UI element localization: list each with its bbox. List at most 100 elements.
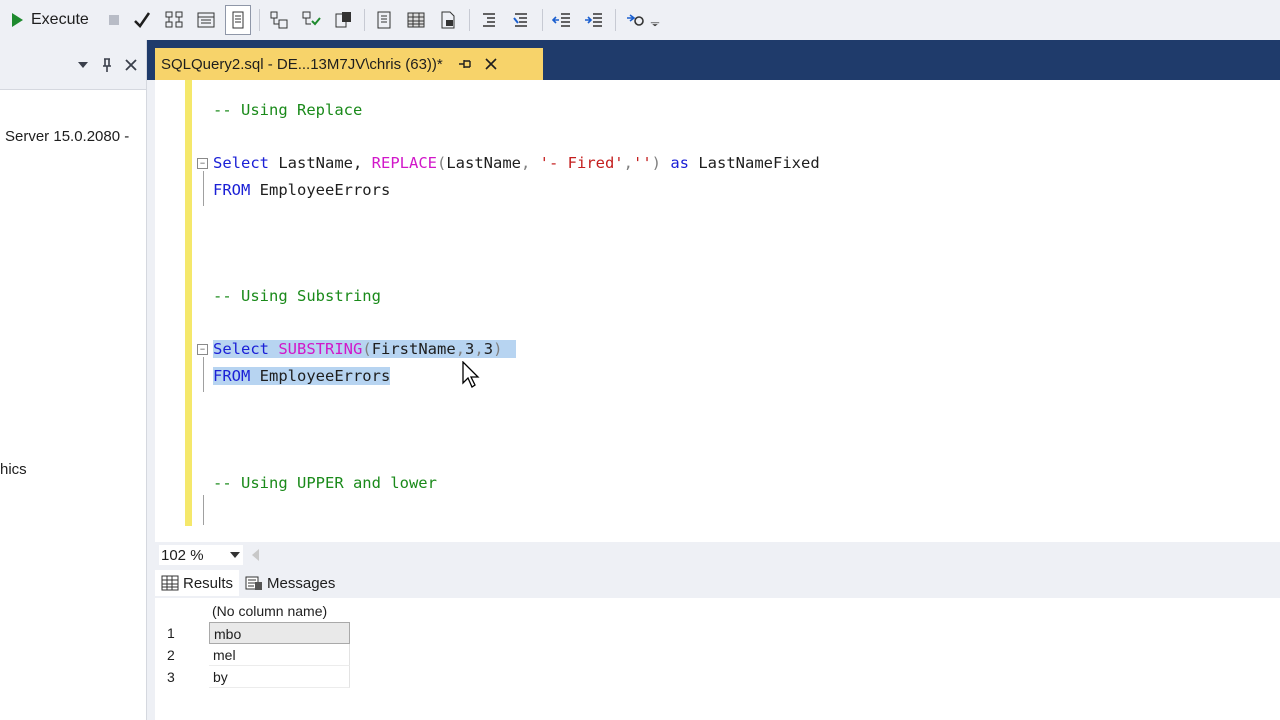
- table-row[interactable]: 1 mbo: [163, 622, 503, 644]
- tab-messages[interactable]: Messages: [239, 570, 341, 596]
- code-text: FirstName: [371, 340, 456, 358]
- results-to-file-button[interactable]: [330, 5, 356, 35]
- panel-dropdown-button[interactable]: [72, 54, 94, 76]
- panel-pin-button[interactable]: [96, 54, 118, 76]
- row-number: 3: [167, 669, 175, 685]
- chevron-down-icon: [78, 61, 88, 68]
- toolbar-separator: [614, 9, 616, 31]
- code-string: '- Fired': [539, 154, 624, 172]
- code-paren: ): [651, 154, 671, 172]
- tab-sqlquery2[interactable]: SQLQuery2.sql - DE...13M7JV\chris (63))*: [155, 48, 543, 80]
- decrease-indent-button[interactable]: [549, 5, 575, 35]
- uncomment-icon: [513, 13, 527, 27]
- code-paren: ): [493, 340, 503, 358]
- tab-close-button[interactable]: [483, 56, 499, 72]
- kw-from: FROM: [213, 181, 251, 199]
- uncomment-button[interactable]: [508, 5, 534, 35]
- code-paren: (: [436, 154, 447, 172]
- text-results-button[interactable]: [371, 5, 397, 35]
- kw-select: Select: [213, 340, 269, 358]
- query-options-icon: [197, 12, 215, 28]
- results-to-text-icon: [270, 11, 288, 29]
- panel-close-button[interactable]: [120, 54, 142, 76]
- grid-icon: [407, 12, 425, 28]
- grid-cell[interactable]: mbo: [209, 622, 350, 644]
- tab-pin-button[interactable]: [457, 56, 473, 72]
- execute-button[interactable]: Execute: [6, 5, 95, 35]
- code-comment-replace: -- Using Replace: [213, 101, 363, 119]
- results-to-file-icon: [335, 12, 351, 28]
- zoom-select[interactable]: 102 %: [158, 544, 244, 566]
- play-icon: [12, 13, 23, 27]
- code-number: 3: [483, 340, 494, 358]
- display-plan-button[interactable]: [161, 5, 187, 35]
- grid-icon: [161, 575, 179, 591]
- parse-button[interactable]: [129, 5, 155, 35]
- code-text: LastNameFixed: [689, 154, 820, 172]
- stop-icon: [108, 15, 119, 25]
- results-tabs: Results Messages: [155, 568, 1280, 598]
- check-parse-icon: [133, 12, 150, 28]
- intellisense-icon: [232, 11, 244, 29]
- grid-results-button[interactable]: [403, 5, 429, 35]
- server-node-text[interactable]: Server 15.0.2080 -: [5, 128, 129, 145]
- pin-icon: [458, 60, 471, 68]
- column-header[interactable]: (No column name): [212, 603, 327, 619]
- save-file-icon: [441, 11, 455, 29]
- outline-bracket: [203, 357, 204, 392]
- table-row[interactable]: 2 mel: [163, 644, 503, 666]
- toolbar-separator: [541, 9, 543, 31]
- collapse-toggle[interactable]: −: [197, 158, 208, 169]
- editor-status-bar: 102 %: [155, 542, 1280, 568]
- collapse-toggle[interactable]: −: [197, 344, 208, 355]
- toolbar-separator: [468, 9, 470, 31]
- code-string: '': [633, 154, 652, 172]
- toolbar: Execute: [0, 0, 1280, 40]
- table-row[interactable]: 3 by: [163, 666, 503, 688]
- tab-messages-label: Messages: [267, 574, 336, 592]
- query-editor[interactable]: -- Using Replace − Select LastName, REPL…: [155, 80, 1280, 542]
- code-comment-upper: -- Using UPPER and lower: [213, 474, 437, 492]
- zoom-value: 102 %: [161, 546, 204, 564]
- stop-button[interactable]: [101, 5, 127, 35]
- code-from-replace: FROM EmployeeErrors: [213, 181, 390, 199]
- results-to-grid-button[interactable]: [298, 5, 324, 35]
- results-to-text-button[interactable]: [266, 5, 292, 35]
- code-text: LastName: [446, 154, 521, 172]
- code-select-replace: Select LastName, REPLACE(LastName, '- Fi…: [213, 154, 820, 172]
- results-to-grid-icon: [302, 11, 321, 26]
- toolbar-options-dropdown[interactable]: [648, 5, 662, 35]
- kw-as: as: [670, 154, 690, 172]
- query-options-button[interactable]: [193, 5, 219, 35]
- fn-substring: SUBSTRING: [278, 340, 363, 358]
- kw-select: Select: [213, 154, 269, 172]
- increase-indent-button[interactable]: [581, 5, 607, 35]
- code-comma: ,: [455, 340, 466, 358]
- scroll-left-icon[interactable]: [252, 549, 259, 561]
- object-explorer-panel: Server 15.0.2080 - hics: [0, 40, 147, 720]
- mouse-pointer-icon: [462, 361, 480, 388]
- tab-results[interactable]: Results: [155, 570, 240, 596]
- code-comma: ,: [520, 154, 540, 172]
- fn-replace: REPLACE: [371, 154, 437, 172]
- file-results-button[interactable]: [435, 5, 461, 35]
- specify-values-button[interactable]: [622, 5, 648, 35]
- grid-cell[interactable]: mel: [209, 644, 350, 666]
- tree-node-partial-text[interactable]: hics: [0, 461, 27, 478]
- change-tracking-margin: [185, 80, 192, 526]
- toolbar-separator: [363, 9, 365, 31]
- tab-results-label: Results: [183, 574, 234, 592]
- code-from-substring: FROM EmployeeErrors: [213, 367, 391, 385]
- comment-button[interactable]: [476, 5, 502, 35]
- row-number: 2: [167, 647, 175, 663]
- execute-label: Execute: [31, 11, 89, 28]
- code-comma: ,: [623, 154, 633, 172]
- intellisense-button[interactable]: [224, 5, 251, 35]
- grid-cell[interactable]: by: [209, 666, 350, 688]
- outline-bracket: [203, 171, 204, 206]
- pin-icon: [103, 57, 111, 72]
- increase-indent-icon: [584, 13, 602, 27]
- outline-bracket: [203, 495, 204, 525]
- object-explorer-header: [0, 40, 146, 90]
